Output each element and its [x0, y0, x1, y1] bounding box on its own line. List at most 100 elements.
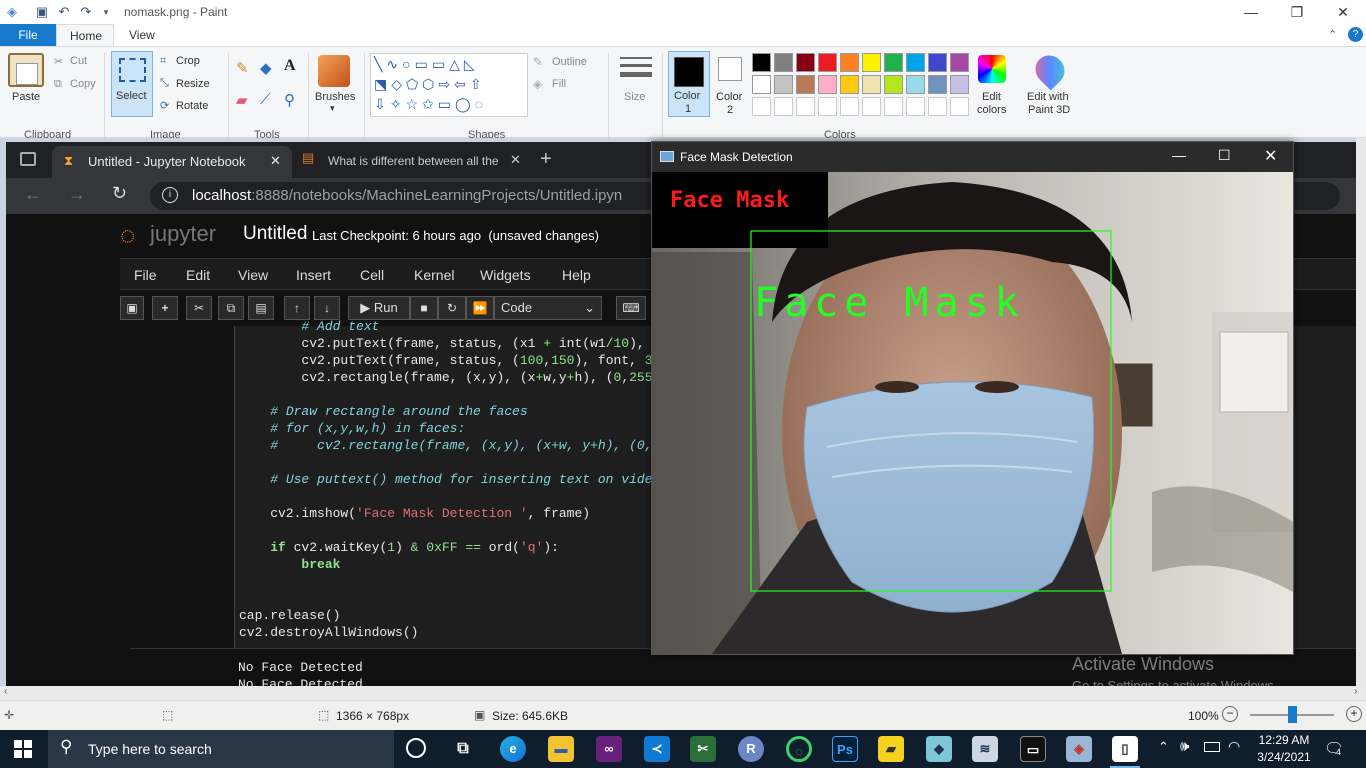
restart-run-all-icon[interactable]: ⏩: [466, 296, 494, 320]
brushes-button[interactable]: Brushes: [315, 91, 355, 103]
cell-type-select[interactable]: Code ⌄: [494, 296, 602, 320]
shape-row-1-icons[interactable]: ╲∿○▭▭△◺: [374, 56, 479, 73]
show-hidden-icons[interactable]: ⌃: [1158, 739, 1169, 755]
photoshop-icon[interactable]: Ps: [832, 736, 858, 762]
cv-minimize-button[interactable]: —: [1172, 147, 1186, 163]
horizontal-scrollbar[interactable]: ‹ ›: [0, 686, 1366, 700]
document-icon[interactable]: ▯: [1112, 736, 1138, 762]
copy-button[interactable]: Copy: [70, 78, 96, 90]
text-tool-icon[interactable]: A: [284, 57, 296, 75]
restore-button[interactable]: ❐: [1274, 0, 1320, 24]
redo-icon[interactable]: ↷: [78, 4, 94, 20]
palette-swatch[interactable]: [774, 53, 793, 72]
size-button[interactable]: Size: [624, 91, 645, 103]
close-tab-icon[interactable]: ✕: [510, 152, 521, 168]
customize-qa-icon[interactable]: ▾: [98, 4, 114, 20]
task-view-icon[interactable]: ⧉: [450, 736, 476, 762]
outline-button[interactable]: Outline: [552, 56, 587, 68]
clock-time[interactable]: 12:29 AM: [1256, 733, 1312, 747]
color1-button[interactable]: Color 1: [668, 51, 710, 117]
palette-swatch[interactable]: [752, 53, 771, 72]
paint-taskbar-icon[interactable]: ◈: [1066, 736, 1092, 762]
jupyter-menu-item[interactable]: File: [134, 267, 157, 283]
close-tab-icon[interactable]: ✕: [270, 153, 281, 169]
jupyter-menu-item[interactable]: Help: [562, 267, 591, 283]
file-explorer-icon[interactable]: ▬: [548, 736, 574, 762]
move-down-icon[interactable]: ↓: [314, 296, 340, 320]
sticky-notes-icon[interactable]: ▰: [878, 736, 904, 762]
color-palette[interactable]: [752, 53, 972, 119]
browser-tab-active[interactable]: ⧗ Untitled - Jupyter Notebook ✕: [52, 146, 292, 178]
tab-file[interactable]: File: [0, 24, 56, 46]
fill-bucket-icon[interactable]: ◆: [260, 59, 272, 77]
paste-cell-icon[interactable]: ▤: [248, 296, 274, 320]
palette-swatch[interactable]: [906, 97, 925, 116]
jupyter-menu-item[interactable]: Widgets: [480, 267, 531, 283]
crop-button[interactable]: Crop: [176, 55, 200, 67]
edge-icon[interactable]: e: [500, 736, 526, 762]
palette-swatch[interactable]: [862, 75, 881, 94]
jupyter-menu-item[interactable]: View: [238, 267, 268, 283]
palette-swatch[interactable]: [906, 53, 925, 72]
cv-maximize-button[interactable]: ☐: [1218, 147, 1231, 164]
palette-swatch[interactable]: [928, 53, 947, 72]
taskbar-search-box[interactable]: ⚲ Type here to search: [48, 730, 394, 768]
tab-view[interactable]: View: [116, 24, 166, 46]
new-tab-icon[interactable]: +: [540, 148, 552, 171]
snipping-tool-icon[interactable]: ✂: [690, 736, 716, 762]
cut-cell-icon[interactable]: ✂: [186, 296, 212, 320]
palette-swatch[interactable]: [818, 97, 837, 116]
close-button[interactable]: ✕: [1320, 0, 1366, 24]
color2-swatch[interactable]: [718, 57, 742, 81]
face-mask-window[interactable]: Face Mask Detection — ☐ ✕ Face Mask Face…: [651, 141, 1294, 655]
notification-center-icon[interactable]: 🗨: [1324, 739, 1344, 759]
magnifier-icon[interactable]: ⚲: [284, 91, 295, 109]
palette-swatch[interactable]: [818, 53, 837, 72]
pencil-icon[interactable]: ✎: [236, 59, 249, 77]
help-icon[interactable]: ?: [1348, 27, 1363, 42]
palette-swatch[interactable]: [774, 97, 793, 116]
collapse-ribbon-icon[interactable]: ⌃: [1328, 28, 1337, 41]
shapes-gallery[interactable]: ╲∿○▭▭△◺ ⬔◇⬠⬡⇨⇦⇧ ⇩✧☆✩▭◯◌: [370, 53, 528, 117]
copy-cell-icon[interactable]: ⧉: [218, 296, 244, 320]
palette-swatch[interactable]: [840, 53, 859, 72]
jupyter-menu-item[interactable]: Cell: [360, 267, 384, 283]
color-picker-icon[interactable]: ⟋: [260, 91, 271, 108]
command-palette-icon[interactable]: ⌨: [616, 296, 646, 320]
code-content[interactable]: # Add text cv2.putText(frame, status, (x…: [239, 318, 660, 641]
move-up-icon[interactable]: ↑: [284, 296, 310, 320]
forward-icon[interactable]: →: [68, 184, 86, 205]
palette-swatch[interactable]: [928, 97, 947, 116]
reload-icon[interactable]: ↻: [112, 183, 127, 204]
zoom-in-icon[interactable]: +: [1346, 706, 1362, 722]
tab-home[interactable]: Home: [56, 24, 114, 46]
palette-swatch[interactable]: [884, 75, 903, 94]
battery-icon[interactable]: [1204, 742, 1220, 752]
cv-close-button[interactable]: ✕: [1264, 146, 1277, 166]
palette-swatch[interactable]: [928, 75, 947, 94]
clock-date[interactable]: 3/24/2021: [1254, 750, 1314, 764]
palette-swatch[interactable]: [950, 53, 969, 72]
palette-swatch[interactable]: [774, 75, 793, 94]
zoom-out-icon[interactable]: −: [1222, 706, 1238, 722]
r-language-icon[interactable]: R: [738, 736, 764, 762]
palette-swatch[interactable]: [796, 75, 815, 94]
windows-start-icon[interactable]: [14, 740, 32, 758]
eraser-icon[interactable]: ▰: [236, 91, 248, 109]
site-info-icon[interactable]: i: [162, 187, 178, 203]
vscode-icon[interactable]: ≺: [644, 736, 670, 762]
recycle-app-icon[interactable]: ◌: [786, 736, 812, 762]
restart-icon[interactable]: ↻: [438, 296, 466, 320]
jupyter-logo[interactable]: jupyter: [150, 221, 216, 247]
minimize-button[interactable]: —: [1228, 0, 1274, 24]
shape-row-2-icons[interactable]: ⬔◇⬠⬡⇨⇦⇧: [374, 76, 486, 93]
interrupt-icon[interactable]: ■: [410, 296, 438, 320]
insert-cell-icon[interactable]: +: [152, 296, 178, 320]
palette-swatch[interactable]: [840, 75, 859, 94]
run-button[interactable]: ▶ Run: [348, 296, 410, 320]
select-button[interactable]: Select: [111, 51, 153, 117]
back-icon[interactable]: ←: [24, 184, 42, 205]
jupyter-menu-item[interactable]: Kernel: [414, 267, 454, 283]
browser-tab-title-2[interactable]: What is different between all the: [328, 154, 502, 168]
palette-swatch[interactable]: [752, 75, 771, 94]
